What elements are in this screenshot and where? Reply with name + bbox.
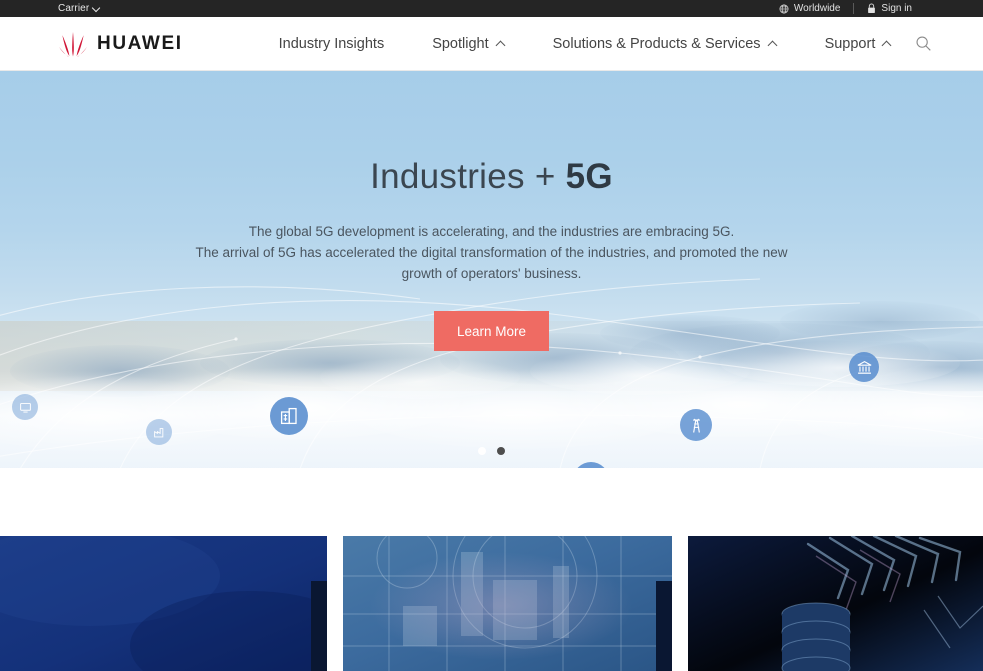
feature-card-row bbox=[0, 536, 983, 671]
chevron-up-icon bbox=[496, 40, 505, 47]
hero-title-light: Industries + bbox=[370, 157, 566, 196]
hero-subtitle-line-3: growth of operators' business. bbox=[401, 266, 582, 281]
nav-label: Spotlight bbox=[432, 35, 489, 52]
feature-card-one[interactable] bbox=[0, 536, 327, 671]
hero-subtitle: The global 5G development is acceleratin… bbox=[0, 221, 983, 284]
chevron-down-icon bbox=[93, 5, 100, 12]
hero-subtitle-line-2: The arrival of 5G has accelerated the di… bbox=[195, 245, 788, 260]
hero-title-bold: 5G bbox=[565, 157, 613, 196]
huawei-flower-logo bbox=[58, 31, 88, 57]
brand-wordmark: HUAWEI bbox=[97, 32, 183, 54]
carrier-label: Carrier bbox=[58, 3, 90, 14]
nav-label: Support bbox=[824, 35, 876, 52]
bank-icon bbox=[849, 352, 879, 382]
nav-links: Industry Insights Spotlight Solutions & … bbox=[255, 36, 916, 52]
carousel-dot-2[interactable] bbox=[497, 447, 505, 455]
nav-label: Solutions & Products & Services bbox=[552, 35, 761, 52]
signin-link[interactable]: Sign in bbox=[854, 3, 925, 14]
lock-icon bbox=[868, 3, 876, 14]
content-gap bbox=[0, 468, 983, 536]
worldwide-link[interactable]: Worldwide bbox=[766, 2, 854, 14]
feature-card-three[interactable] bbox=[688, 536, 983, 671]
hero-carousel: Industries + 5G The global 5G developmen… bbox=[0, 71, 983, 468]
nav-item-spotlight[interactable]: Spotlight bbox=[408, 36, 528, 52]
nav-label: Industry Insights bbox=[278, 35, 385, 52]
factory-icon bbox=[146, 419, 172, 445]
nav-item-industry-insights[interactable]: Industry Insights bbox=[255, 36, 409, 52]
carousel-dot-1[interactable] bbox=[478, 447, 486, 455]
worldwide-label: Worldwide bbox=[793, 2, 841, 14]
carousel-dots bbox=[0, 447, 983, 455]
learn-more-button[interactable]: Learn More bbox=[434, 311, 549, 351]
hero-subtitle-line-1: The global 5G development is acceleratin… bbox=[248, 224, 735, 239]
hero-title: Industries + 5G bbox=[0, 157, 983, 197]
huawei-logo[interactable]: HUAWEI bbox=[58, 31, 183, 57]
card-one-shadow bbox=[311, 581, 327, 671]
tower-icon bbox=[680, 409, 712, 441]
search-icon bbox=[916, 36, 932, 51]
carrier-selector[interactable]: Carrier bbox=[58, 3, 100, 14]
card-two-image bbox=[343, 536, 672, 671]
feature-card-two[interactable] bbox=[343, 536, 672, 671]
card-two-shadow bbox=[656, 581, 672, 671]
card-three-image bbox=[688, 536, 983, 671]
nav-item-support[interactable]: Support bbox=[801, 36, 916, 52]
monitor-icon bbox=[12, 394, 38, 420]
main-navigation: HUAWEI Industry Insights Spotlight Solut… bbox=[0, 17, 983, 71]
globe-icon bbox=[779, 4, 789, 13]
topbar-right-group: Worldwide Sign in bbox=[766, 3, 963, 14]
hero-content: Industries + 5G The global 5G developmen… bbox=[0, 71, 983, 351]
nav-item-solutions-products-services[interactable]: Solutions & Products & Services bbox=[529, 36, 801, 52]
search-button[interactable] bbox=[915, 31, 932, 57]
chevron-up-icon bbox=[882, 40, 891, 47]
utility-topbar: Carrier Worldwide Sign in bbox=[0, 0, 983, 17]
building-icon bbox=[270, 397, 308, 435]
chevron-up-icon bbox=[768, 40, 777, 47]
signin-label: Sign in bbox=[881, 2, 912, 14]
card-one-image bbox=[0, 536, 327, 671]
